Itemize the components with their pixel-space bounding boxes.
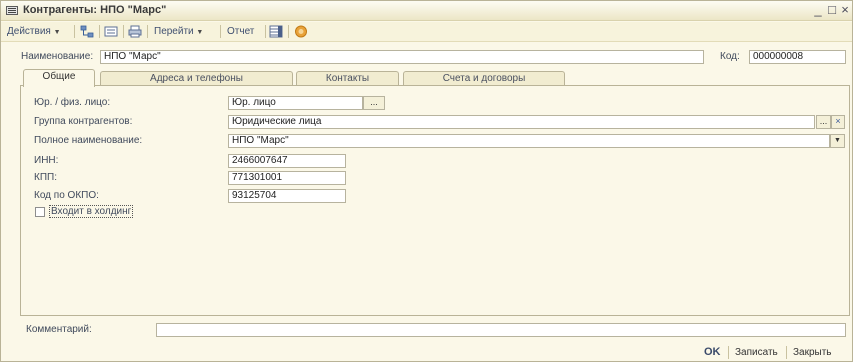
comment-label: Комментарий: [26, 324, 92, 335]
toolbar-divider [99, 25, 100, 38]
report-menu[interactable]: Отчет [227, 26, 254, 37]
footer-divider [786, 346, 787, 359]
inn-label: ИНН: [34, 155, 59, 166]
clear-icon[interactable]: × [831, 115, 845, 129]
entity-type-field[interactable]: Юр. лицо [228, 96, 363, 110]
history-list-icon[interactable] [104, 25, 118, 38]
comment-field[interactable] [156, 323, 846, 337]
entity-type-select-button[interactable]: ... [363, 96, 385, 110]
actions-menu[interactable]: Действия ▼ [7, 26, 61, 37]
group-select-button[interactable]: ... [816, 115, 831, 129]
toolbar-divider [288, 25, 289, 38]
kpp-label: КПП: [34, 172, 57, 183]
name-label: Наименование: [21, 51, 94, 62]
window-title: Контрагенты: НПО "Марс" [23, 4, 167, 16]
tab-accounts-contracts[interactable]: Счета и договоры [403, 71, 565, 86]
holding-checkbox-label: Входит в холдинг [49, 205, 134, 218]
title-bar: Контрагенты: НПО "Марс" _ □ × [1, 1, 852, 21]
chevron-down-icon: ▼ [196, 29, 204, 36]
toolbar-divider [265, 25, 266, 38]
form-icon [6, 6, 18, 15]
chevron-down-icon[interactable]: ▼ [830, 134, 845, 148]
save-button[interactable]: Записать [735, 347, 778, 358]
close-button[interactable]: × [837, 2, 853, 18]
chevron-down-icon: ▼ [53, 29, 61, 36]
toolbar-divider [147, 25, 148, 38]
tab-strip: Общие Адреса и телефоны Контакты Счета и… [20, 69, 850, 87]
tab-general[interactable]: Общие [23, 69, 95, 87]
toolbar-divider [220, 25, 221, 38]
table-view-icon[interactable] [269, 25, 283, 38]
tab-addresses-phones[interactable]: Адреса и телефоны [100, 71, 293, 86]
goto-menu[interactable]: Перейти ▼ [154, 26, 203, 37]
code-field[interactable]: 000000008 [749, 50, 846, 64]
toolbar: Действия ▼ Перейти ▼ Отчет [1, 22, 852, 42]
group-field[interactable]: Юридические лица [228, 115, 815, 129]
toolbar-divider [74, 25, 75, 38]
inn-field[interactable]: 2466007647 [228, 154, 346, 168]
footer-divider [728, 346, 729, 359]
ok-button[interactable]: OK [704, 346, 721, 358]
goto-menu-label: Перейти [154, 26, 194, 37]
full-name-label: Полное наименование: [34, 135, 143, 146]
print-icon[interactable] [128, 25, 142, 38]
name-field[interactable]: НПО "Марс" [100, 50, 704, 64]
okpo-field[interactable]: 93125704 [228, 189, 346, 203]
close-form-button[interactable]: Закрыть [793, 347, 832, 358]
entity-type-label: Юр. / физ. лицо: [34, 97, 111, 108]
help-icon[interactable] [294, 25, 308, 38]
kpp-field[interactable]: 771301001 [228, 171, 346, 185]
tree-structure-icon[interactable] [80, 25, 94, 38]
group-label: Группа контрагентов: [34, 116, 133, 127]
toolbar-divider [123, 25, 124, 38]
contractor-window: Контрагенты: НПО "Марс" _ □ × Действия ▼ [0, 0, 853, 362]
holding-checkbox-box [35, 207, 45, 217]
tab-contacts[interactable]: Контакты [296, 71, 399, 86]
full-name-field[interactable]: НПО "Марс" [228, 134, 830, 148]
code-label: Код: [720, 51, 740, 62]
actions-menu-label: Действия [7, 26, 51, 37]
okpo-label: Код по ОКПО: [34, 190, 99, 201]
